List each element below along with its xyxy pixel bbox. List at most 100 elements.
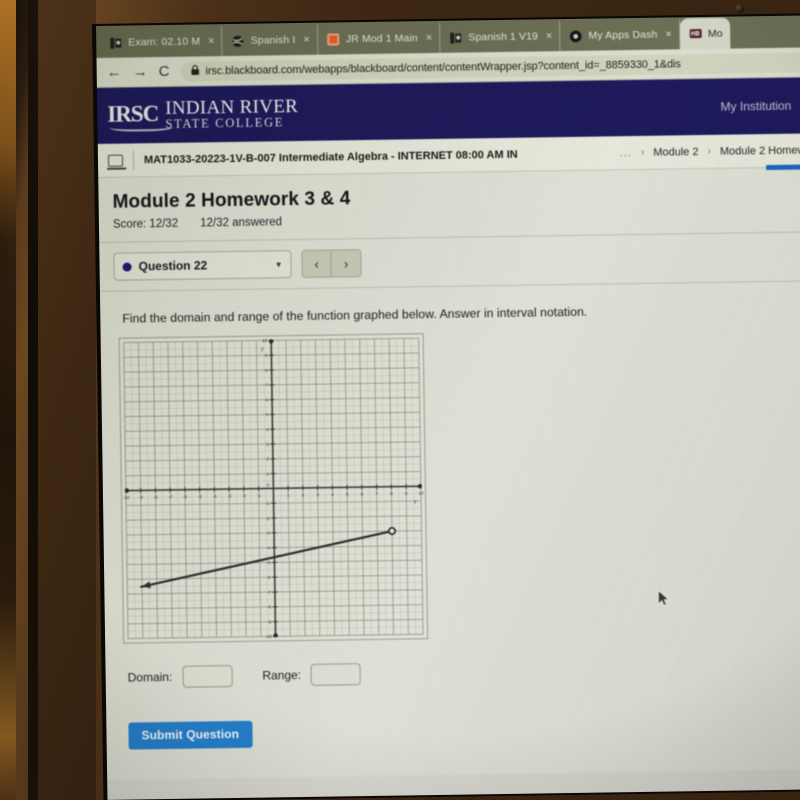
svg-text:7: 7: [375, 491, 378, 496]
graph-container: -10 -9 -8 -7 -6 -5 -4 -3 -2 -1 1 2 3 4 5 6 7 8 9 10 -10 -9 -8-…: [100, 315, 800, 644]
svg-text:7: 7: [265, 383, 268, 388]
svg-text:8: 8: [265, 368, 268, 373]
svg-text:4: 4: [266, 427, 269, 432]
breadcrumb-overflow[interactable]: ...: [620, 147, 632, 159]
svg-text:-7: -7: [267, 590, 272, 595]
collapse-panel-icon[interactable]: [107, 154, 124, 167]
svg-text:-1: -1: [265, 501, 270, 506]
browser-tab[interactable]: Spanish 1 V19 ×: [440, 21, 561, 53]
forward-icon[interactable]: →: [133, 63, 148, 80]
svg-text:-9: -9: [267, 619, 272, 624]
desk-surface-left: [38, 0, 96, 800]
document-favicon: [109, 36, 122, 49]
next-question-button[interactable]: ›: [331, 250, 361, 277]
back-icon[interactable]: ←: [107, 64, 122, 81]
svg-text:2: 2: [302, 493, 305, 498]
svg-text:5: 5: [266, 412, 269, 417]
close-icon[interactable]: ×: [546, 30, 553, 42]
irsc-logo[interactable]: IRSC INDIAN RIVER STATE COLLEGE: [107, 96, 298, 132]
url-text: irsc.blackboard.com/webapps/blackboard/c…: [205, 57, 681, 77]
svg-text:6: 6: [361, 492, 364, 497]
svg-text:-4: -4: [266, 545, 271, 550]
close-icon[interactable]: ×: [303, 34, 310, 46]
close-icon[interactable]: ×: [665, 28, 672, 40]
svg-text:6: 6: [265, 397, 268, 402]
browser-tab-title: JR Mod 1 Main: [345, 32, 418, 46]
svg-text:-6: -6: [183, 494, 188, 499]
breadcrumb-item-homework[interactable]: Module 2 Homework 3: [720, 144, 800, 158]
address-bar[interactable]: irsc.blackboard.com/webapps/blackboard/c…: [180, 51, 800, 82]
svg-text:4: 4: [331, 492, 334, 497]
browser-tab[interactable]: Exam: 02.10 M ×: [100, 26, 223, 58]
assignment-page: Module 2 Homework 3 & 4 Score: 12/32 12/…: [98, 164, 800, 780]
svg-text:-6: -6: [267, 575, 272, 580]
svg-text:-8: -8: [153, 495, 158, 500]
svg-text:-9: -9: [139, 495, 144, 500]
svg-text:-2: -2: [266, 516, 271, 521]
svg-text:-7: -7: [168, 495, 173, 500]
graph-svg: -10 -9 -8 -7 -6 -5 -4 -3 -2 -1 1 2 3 4 5 6 7 8 9 10-10-9-8-…: [123, 337, 424, 639]
breadcrumb-item-module-2[interactable]: Module 2: [653, 146, 698, 159]
document-favicon: [449, 31, 462, 44]
svg-text:2: 2: [266, 457, 269, 462]
svg-text:-1: -1: [257, 493, 262, 498]
browser-tab-title: My Apps Dash: [588, 28, 658, 42]
svg-text:-3: -3: [227, 494, 232, 499]
browser-tab-title: Spanish I: [250, 34, 296, 47]
breadcrumb-course[interactable]: MAT1033-20223-1V-B-007 Intermediate Alge…: [144, 148, 518, 166]
svg-text:-5: -5: [266, 560, 271, 565]
photo-of-laptop-screen: Exam: 02.10 M × Spanish I × JR Mod 1 Mai…: [0, 0, 800, 800]
svg-text:5: 5: [346, 492, 349, 497]
browser-tab[interactable]: Spanish I ×: [222, 24, 319, 57]
question-select[interactable]: Question 22 ▼: [113, 250, 292, 281]
browser-tab[interactable]: My Apps Dash ×: [560, 19, 681, 52]
svg-text:-5: -5: [198, 494, 203, 499]
reload-icon[interactable]: C: [159, 63, 170, 80]
svg-text:9: 9: [265, 353, 268, 358]
orange-square-favicon: [327, 33, 340, 46]
svg-text:8: 8: [390, 491, 393, 496]
question-select-label: Question 22: [138, 258, 208, 274]
svg-text:9: 9: [405, 491, 408, 496]
browser-tab-title: Mo: [707, 27, 723, 40]
page-title: Module 2 Homework 3 & 4: [112, 188, 351, 213]
prev-question-button[interactable]: ‹: [302, 250, 332, 277]
chevron-right-icon: ›: [640, 146, 645, 158]
browser-tab-active[interactable]: HB Mo: [679, 17, 730, 50]
globe-favicon: [232, 34, 245, 47]
svg-text:-4: -4: [212, 494, 217, 499]
browser-tab[interactable]: JR Mod 1 Main ×: [317, 22, 441, 55]
laptop-screen: Exam: 02.10 M × Spanish I × JR Mod 1 Mai…: [96, 15, 800, 800]
svg-text:-2: -2: [242, 493, 247, 498]
close-icon[interactable]: ×: [426, 32, 433, 44]
domain-label: Domain:: [127, 669, 173, 685]
range-input[interactable]: [310, 663, 362, 686]
submit-question-button[interactable]: Submit Question: [128, 720, 253, 750]
question-status-dot: [122, 261, 132, 272]
svg-text:x: x: [413, 499, 417, 505]
accent-tab: [766, 164, 800, 171]
svg-text:-8: -8: [267, 605, 272, 610]
ring-favicon: [569, 29, 582, 42]
domain-input[interactable]: [182, 665, 233, 688]
hb-favicon: HB: [689, 27, 702, 40]
svg-text:-10: -10: [123, 495, 130, 500]
logo-mark: IRSC: [107, 101, 159, 127]
chevron-down-icon: ▼: [274, 259, 283, 269]
divider: [132, 149, 135, 170]
svg-text:-3: -3: [266, 531, 271, 536]
close-icon[interactable]: ×: [208, 35, 215, 47]
svg-text:3: 3: [266, 442, 269, 447]
svg-text:3: 3: [316, 492, 319, 497]
logo-text: INDIAN RIVER STATE COLLEGE: [165, 96, 298, 132]
score-label: Score: 12/32: [112, 217, 179, 231]
logo-line-2: STATE COLLEGE: [165, 115, 285, 132]
svg-text:1: 1: [287, 493, 290, 498]
answered-label: 12/32 answered: [200, 216, 283, 230]
background-light-leak: [0, 0, 16, 800]
site-nav[interactable]: My Institution Co: [720, 98, 800, 114]
nav-my-institution[interactable]: My Institution: [720, 99, 791, 114]
svg-text:-10: -10: [265, 634, 272, 639]
range-label: Range:: [262, 668, 302, 683]
site-header: IRSC INDIAN RIVER STATE COLLEGE My Insti…: [96, 77, 800, 144]
